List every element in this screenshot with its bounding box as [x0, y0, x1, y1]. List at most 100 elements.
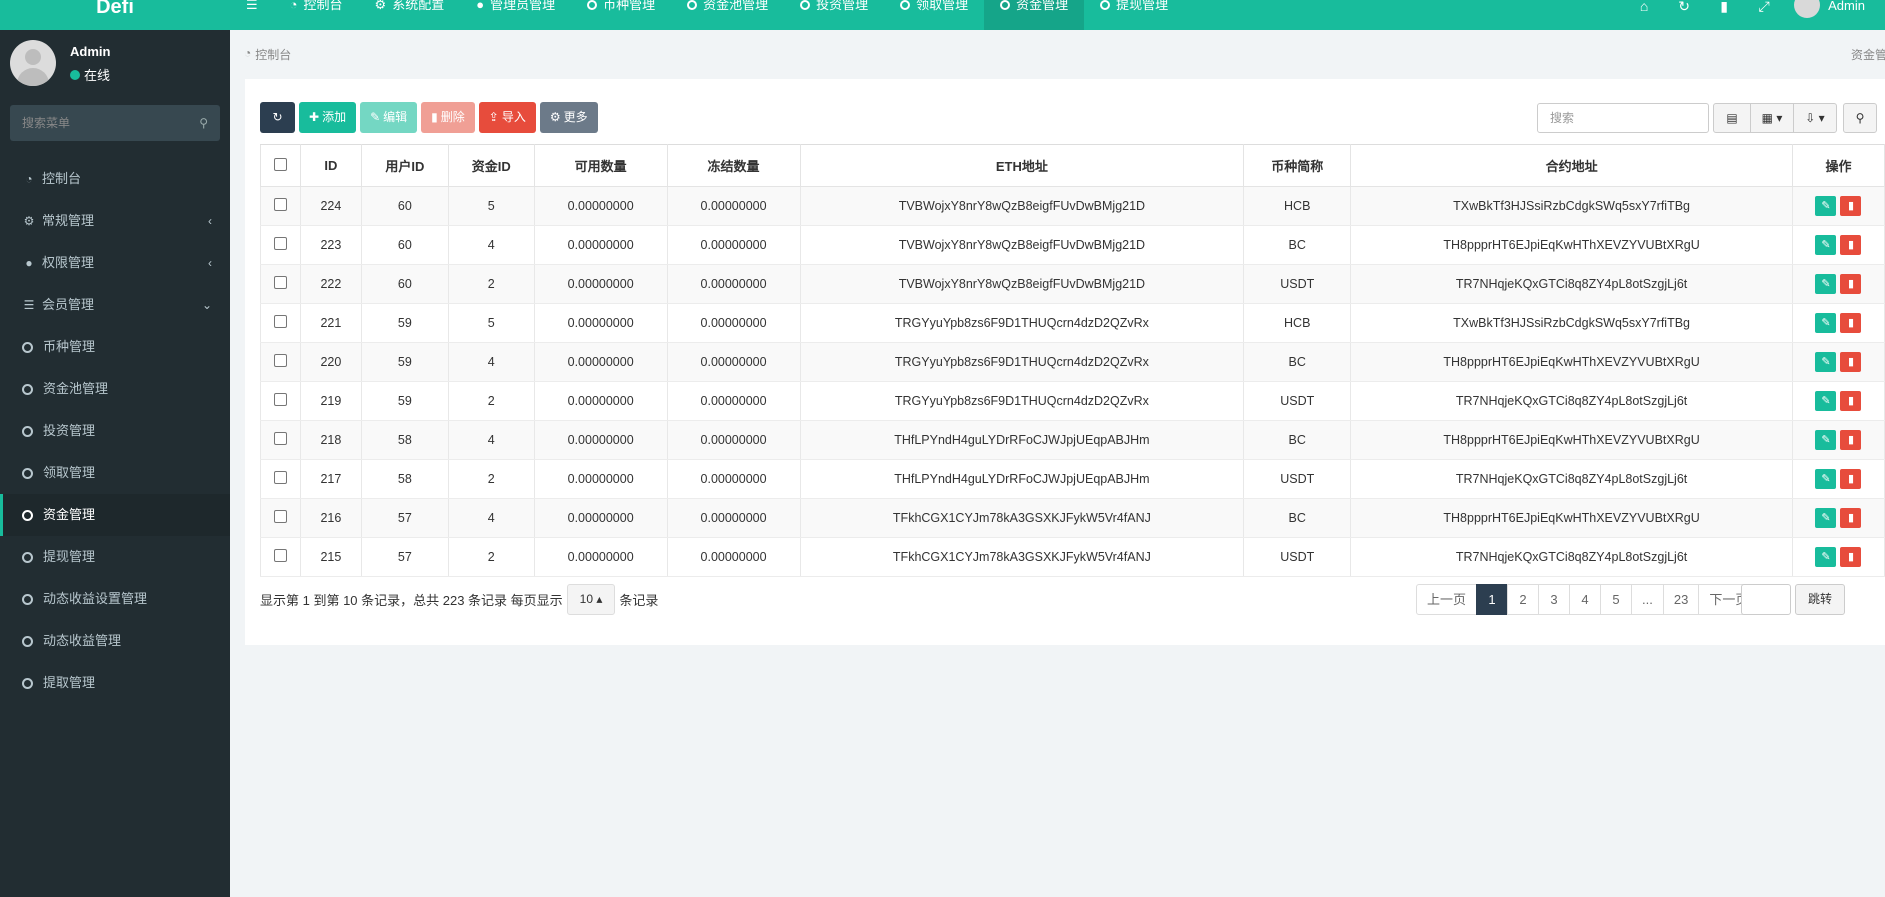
row-edit-button[interactable]: ✎	[1815, 313, 1837, 333]
table-row[interactable]: 217 58 2 0.00000000 0.00000000 THfLPYndH4guLY…	[260, 459, 1885, 499]
toggle-view-button[interactable]: ▤	[1713, 103, 1751, 133]
row-checkbox[interactable]	[260, 264, 301, 304]
breadcrumb-home[interactable]: 控制台	[255, 46, 291, 63]
search-icon[interactable]: ⚲	[199, 105, 208, 141]
row-checkbox[interactable]	[260, 537, 301, 577]
refresh-icon[interactable]: ↻	[1664, 0, 1704, 30]
sidebar-item-permissions[interactable]: ● 权限管理 ‹	[0, 242, 230, 284]
row-checkbox[interactable]	[260, 303, 301, 343]
sidebar-toggle-button[interactable]: ☰	[230, 0, 274, 30]
row-delete-button[interactable]: ▮	[1840, 547, 1862, 567]
sidebar-item-members[interactable]: ☰ 会员管理 ⌄	[0, 284, 230, 326]
row-delete-button[interactable]: ▮	[1840, 391, 1862, 411]
row-checkbox[interactable]	[260, 420, 301, 460]
add-button[interactable]: ✚ 添加	[299, 102, 357, 133]
refresh-button[interactable]: ↻	[260, 102, 295, 133]
home-icon[interactable]: ⌂	[1624, 0, 1664, 30]
sidebar-item-pool[interactable]: 资金池管理	[0, 368, 230, 410]
topnav-dashboard[interactable]: ◔ 控制台	[274, 0, 359, 30]
page-button[interactable]: 23	[1662, 584, 1700, 615]
sidebar-item-funds[interactable]: 资金管理	[0, 494, 230, 536]
table-row[interactable]: 221 59 5 0.00000000 0.00000000 TRGYyuYpb8zs6F…	[260, 303, 1885, 343]
topnav-invest[interactable]: 投资管理	[784, 0, 884, 30]
page-jump-input[interactable]	[1741, 584, 1791, 615]
table-row[interactable]: 223 60 4 0.00000000 0.00000000 TVBWojxY8nrY8w…	[260, 225, 1885, 265]
topnav-funds[interactable]: 资金管理	[984, 0, 1085, 30]
sidebar-item-withdraw[interactable]: 提现管理	[0, 536, 230, 578]
row-edit-button[interactable]: ✎	[1815, 430, 1837, 450]
col-header-id[interactable]: ID	[299, 144, 362, 187]
row-delete-button[interactable]: ▮	[1840, 196, 1862, 216]
sidebar-item-coins[interactable]: 币种管理	[0, 326, 230, 368]
sidebar-item-dashboard[interactable]: ◔ 控制台	[0, 158, 230, 200]
row-edit-button[interactable]: ✎	[1815, 196, 1837, 216]
row-edit-button[interactable]: ✎	[1815, 274, 1837, 294]
export-button[interactable]: ⇩ ▾	[1793, 103, 1837, 133]
col-header-contract[interactable]: 合约地址	[1350, 144, 1793, 187]
app-logo[interactable]: Defi	[0, 0, 230, 30]
table-row[interactable]: 219 59 2 0.00000000 0.00000000 TRGYyuYpb8zs6F…	[260, 381, 1885, 421]
prev-page-button[interactable]: 上一页	[1416, 584, 1478, 615]
columns-button[interactable]: ▦ ▾	[1750, 103, 1794, 133]
import-button[interactable]: ⇪ 导入	[478, 102, 536, 133]
row-checkbox[interactable]	[260, 459, 301, 499]
row-checkbox[interactable]	[260, 342, 301, 382]
page-button[interactable]: 1	[1476, 584, 1509, 615]
row-checkbox[interactable]	[260, 186, 301, 226]
topnav-system-config[interactable]: ⚙ 系统配置	[359, 0, 461, 30]
edit-button[interactable]: ✎ 编辑	[360, 102, 418, 133]
page-button[interactable]: 5	[1600, 584, 1633, 615]
row-checkbox[interactable]	[260, 381, 301, 421]
sidebar-item-dynamic-income[interactable]: 动态收益管理	[0, 620, 230, 662]
row-delete-button[interactable]: ▮	[1840, 508, 1862, 528]
page-button[interactable]: ...	[1631, 584, 1664, 615]
table-row[interactable]: 220 59 4 0.00000000 0.00000000 TRGYyuYpb8zs6F…	[260, 342, 1885, 382]
page-button[interactable]: 4	[1569, 584, 1602, 615]
row-delete-button[interactable]: ▮	[1840, 274, 1862, 294]
topnav-pool[interactable]: 资金池管理	[671, 0, 784, 30]
sidebar-item-invest[interactable]: 投资管理	[0, 410, 230, 452]
topnav-coins[interactable]: 币种管理	[571, 0, 671, 30]
row-edit-button[interactable]: ✎	[1815, 547, 1837, 567]
more-button[interactable]: ⚙ 更多	[539, 102, 598, 133]
col-header-fund-id[interactable]: 资金ID	[447, 144, 535, 187]
sidebar-item-general[interactable]: ⚙ 常规管理 ‹	[0, 200, 230, 242]
col-header-eth-address[interactable]: ETH地址	[799, 144, 1245, 187]
trash-icon[interactable]: ▮	[1704, 0, 1744, 30]
sidebar-item-extract[interactable]: 提取管理	[0, 662, 230, 704]
sidebar-search-input[interactable]: 搜索菜单 ⚲	[10, 105, 220, 141]
row-edit-button[interactable]: ✎	[1815, 469, 1837, 489]
row-checkbox[interactable]	[260, 225, 301, 265]
row-delete-button[interactable]: ▮	[1840, 430, 1862, 450]
row-delete-button[interactable]: ▮	[1840, 235, 1862, 255]
col-header-available[interactable]: 可用数量	[533, 144, 668, 187]
table-row[interactable]: 218 58 4 0.00000000 0.00000000 THfLPYndH4guLY…	[260, 420, 1885, 460]
table-row[interactable]: 224 60 5 0.00000000 0.00000000 TVBWojxY8nrY8w…	[260, 186, 1885, 226]
row-edit-button[interactable]: ✎	[1815, 391, 1837, 411]
table-row[interactable]: 215 57 2 0.00000000 0.00000000 TFkhCGX1CYJm78…	[260, 537, 1885, 577]
sidebar-item-claim[interactable]: 领取管理	[0, 452, 230, 494]
user-menu[interactable]: Admin	[1784, 0, 1885, 18]
row-delete-button[interactable]: ▮	[1840, 352, 1862, 372]
table-row[interactable]: 216 57 4 0.00000000 0.00000000 TFkhCGX1CYJm78…	[260, 498, 1885, 538]
topnav-admin[interactable]: ● 管理员管理	[460, 0, 571, 30]
topnav-claim[interactable]: 领取管理	[884, 0, 984, 30]
table-search-input[interactable]: 搜索	[1537, 103, 1709, 133]
page-button[interactable]: 3	[1538, 584, 1571, 615]
fullscreen-icon[interactable]: ⤢	[1744, 0, 1784, 30]
table-row[interactable]: 222 60 2 0.00000000 0.00000000 TVBWojxY8nrY8w…	[260, 264, 1885, 304]
row-delete-button[interactable]: ▮	[1840, 313, 1862, 333]
page-button[interactable]: 2	[1507, 584, 1540, 615]
row-delete-button[interactable]: ▮	[1840, 469, 1862, 489]
col-header-user-id[interactable]: 用户ID	[360, 144, 449, 187]
topnav-withdraw[interactable]: 提现管理	[1084, 0, 1184, 30]
row-edit-button[interactable]: ✎	[1815, 235, 1837, 255]
page-jump-button[interactable]: 跳转	[1795, 584, 1845, 615]
row-edit-button[interactable]: ✎	[1815, 352, 1837, 372]
col-header-coin[interactable]: 币种简称	[1243, 144, 1352, 187]
delete-button[interactable]: ▮ 删除	[421, 102, 475, 133]
row-edit-button[interactable]: ✎	[1815, 508, 1837, 528]
advanced-search-button[interactable]: ⚲	[1843, 103, 1877, 133]
sidebar-item-dynamic-settings[interactable]: 动态收益设置管理	[0, 578, 230, 620]
page-size-select[interactable]: 10 ▴	[566, 584, 616, 615]
